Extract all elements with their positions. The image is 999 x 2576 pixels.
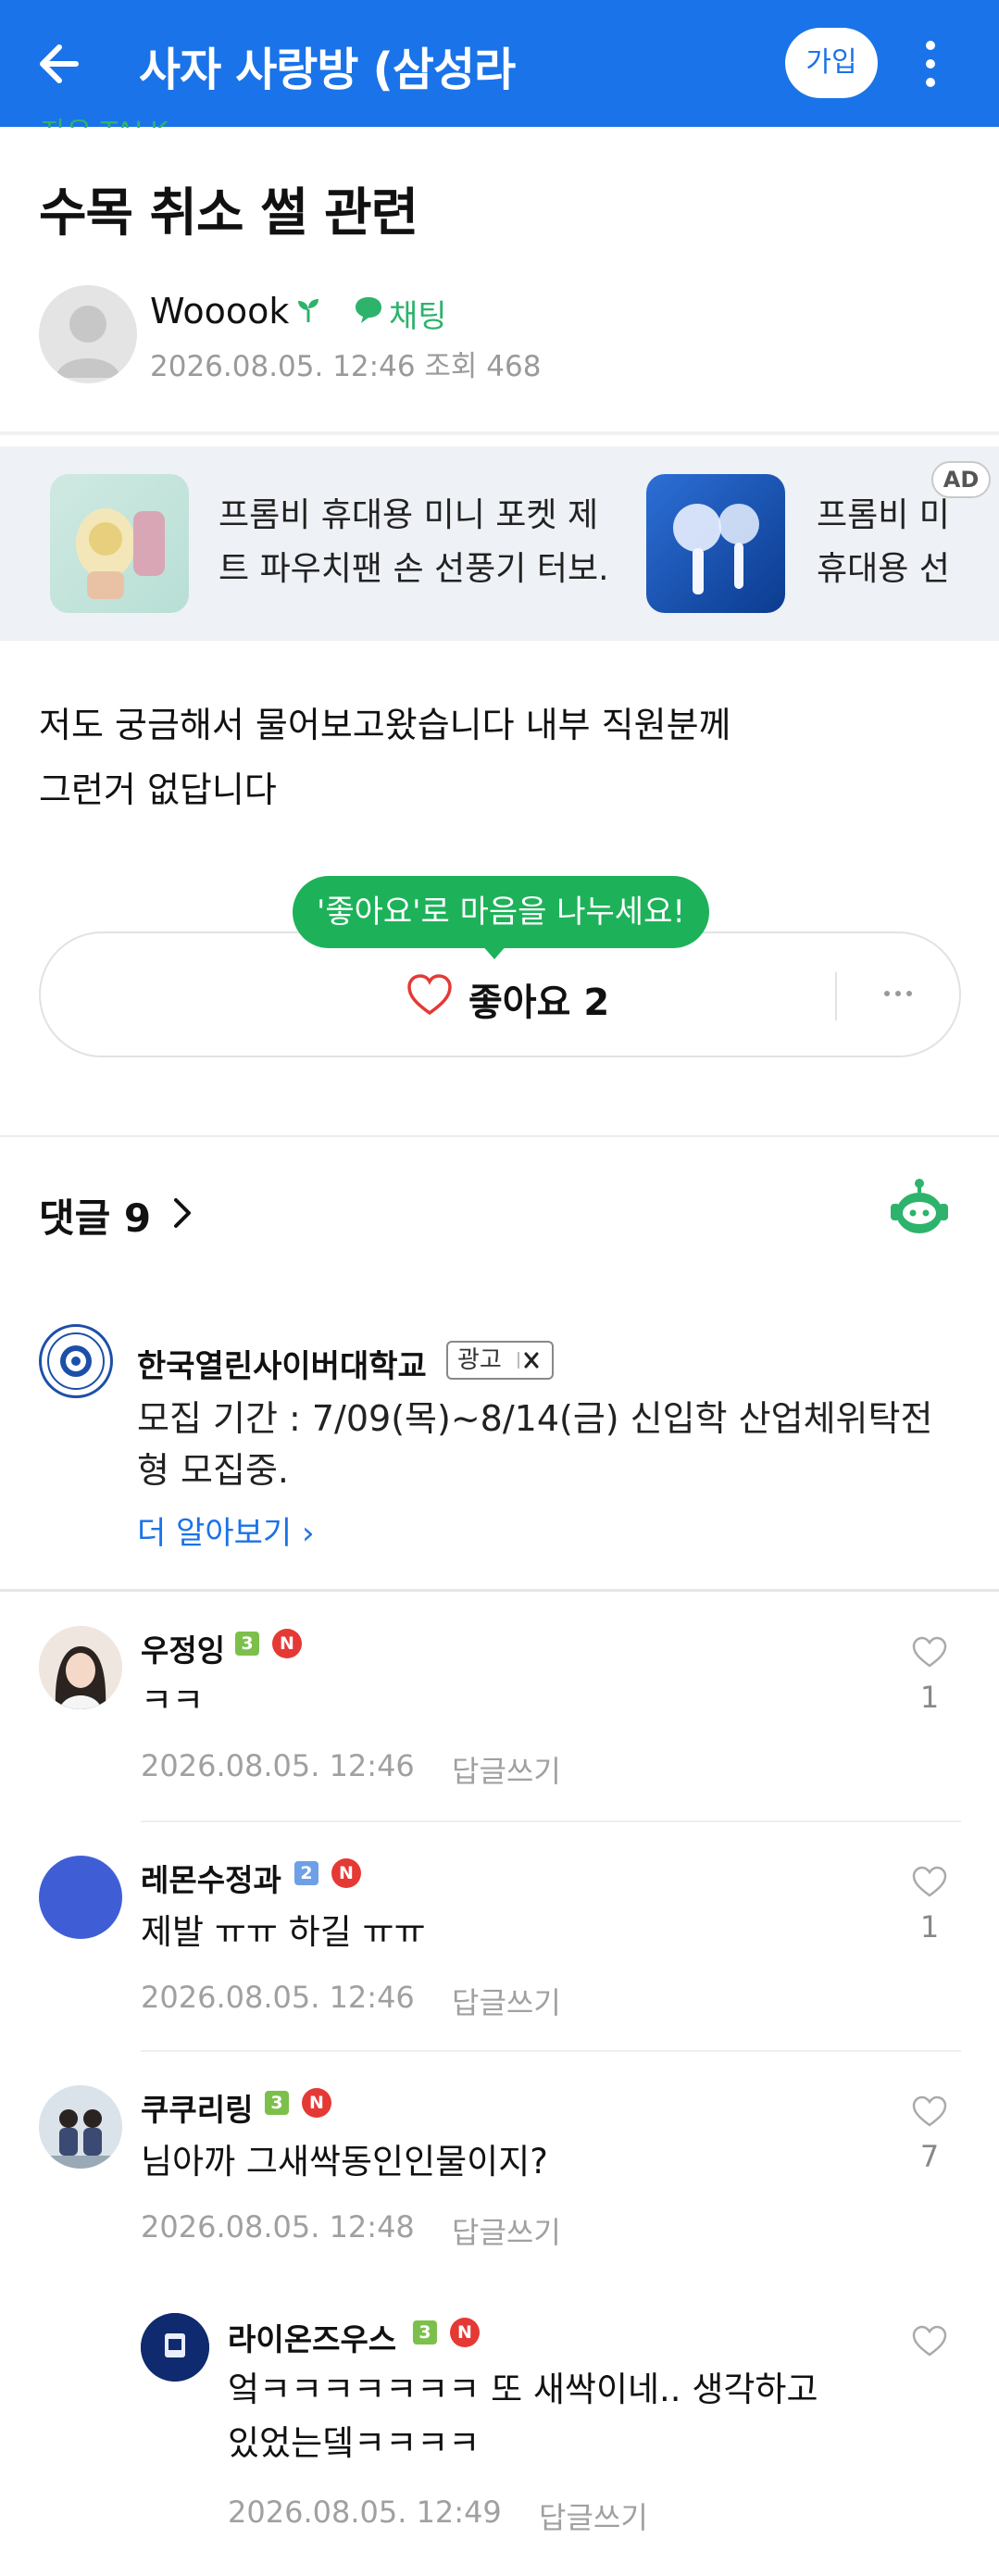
ad-badge[interactable]: AD: [931, 461, 991, 498]
cafe-title: 사자 사랑방 (삼성라: [139, 44, 516, 96]
heart-icon[interactable]: [911, 2095, 948, 2128]
default-avatar-icon: [56, 306, 120, 378]
ad-product-image[interactable]: [50, 474, 189, 613]
chevron-right-icon[interactable]: [169, 1194, 196, 1232]
like-count: 1: [919, 1680, 940, 1715]
chat-bubble-icon[interactable]: [352, 294, 387, 328]
chat-link[interactable]: 채팅: [389, 291, 447, 336]
comment-time: 2026.08.05. 12:49: [228, 2495, 502, 2530]
commenter-avatar[interactable]: [141, 2313, 209, 2382]
ad-title-1[interactable]: 프롬비 휴대용 미니 포켓 제 트 파우치팬 손 선풍기 터보...: [219, 489, 607, 596]
like-tooltip: '좋아요'로 마음을 나누세요!: [293, 876, 709, 948]
comment-text: 님아까 그새싹동인인물이지?: [141, 2142, 548, 2182]
commenter-avatar[interactable]: [39, 1856, 122, 1939]
heart-icon[interactable]: [406, 972, 454, 1017]
tooltip-tail: [481, 944, 507, 959]
divider: [141, 1820, 961, 1822]
back-arrow-icon[interactable]: [28, 31, 93, 96]
ad-carousel[interactable]: 프롬비 휴대용 미니 포켓 제 트 파우치팬 손 선풍기 터보... 프롬비 미…: [0, 446, 999, 641]
post-title: 수목 취소 썰 관련: [39, 183, 418, 244]
comment-time: 2026.08.05. 12:46: [141, 1980, 415, 2015]
comment-text: 엌ㅋㅋㅋㅋㅋㅋㅋ 또 새싹이네.. 생각하고 있었는뎈ㅋㅋㅋㅋ: [228, 2370, 818, 2463]
new-badge: N: [302, 2088, 331, 2118]
close-icon[interactable]: [515, 1344, 544, 1376]
like-count: 1: [919, 1909, 940, 1945]
new-badge: N: [331, 1858, 361, 1888]
post-body: 저도 궁금해서 물어보고왔습니다 내부 직원분께 그런거 없답니다: [39, 705, 731, 810]
sponsor-description[interactable]: 모집 기간 : 7/09(목)~8/14(금) 신입학 산업체위탁전형 모집중.: [137, 1393, 952, 1496]
reply-button[interactable]: 답글쓰기: [452, 2209, 561, 2252]
divider: [0, 1135, 999, 1137]
level-badge: 3: [235, 1632, 259, 1656]
divider: [0, 1589, 999, 1592]
app-header: 사자 사랑방 (삼성라 가입: [0, 0, 999, 127]
commenter-name[interactable]: 레몬수정과: [141, 1856, 281, 1900]
join-button[interactable]: 가입: [785, 28, 878, 98]
like-button[interactable]: 좋아요 2: [468, 972, 609, 1026]
level-badge: 3: [265, 2091, 289, 2115]
post-meta: 2026.08.05. 12:46 조회 468: [150, 350, 542, 383]
commenter-name[interactable]: 우정잉: [141, 1626, 225, 1670]
author-name[interactable]: Wooook: [150, 291, 289, 331]
comment-time: 2026.08.05. 12:46: [141, 1748, 415, 1783]
comment-time: 2026.08.05. 12:48: [141, 2209, 415, 2245]
new-badge: N: [450, 2318, 480, 2347]
commenter-name[interactable]: 라이온즈우스: [228, 2315, 396, 2359]
heart-icon[interactable]: [911, 1635, 948, 1669]
divider: [835, 972, 837, 1020]
comment-text: 제발 ㅠㅠ 하길 ㅠㅠ: [141, 1912, 426, 1952]
ad-title-2[interactable]: 프롬비 미 휴대용 선: [817, 489, 999, 596]
new-badge: N: [272, 1629, 302, 1658]
heart-icon[interactable]: [911, 1865, 948, 1898]
more-horizontal-icon[interactable]: [880, 980, 917, 1007]
robot-icon[interactable]: [887, 1178, 952, 1239]
university-logo[interactable]: [39, 1324, 113, 1398]
heart-icon[interactable]: [911, 2324, 948, 2357]
divider: [0, 431, 999, 435]
learn-more-link[interactable]: 더 알아보기 ›: [137, 1507, 315, 1553]
commenter-avatar[interactable]: [39, 1626, 122, 1709]
like-count: 7: [919, 2139, 940, 2174]
more-vertical-icon[interactable]: [917, 31, 944, 96]
divider: [141, 2050, 961, 2052]
level-badge: 3: [413, 2320, 437, 2345]
level-badge: 2: [294, 1861, 318, 1885]
sponsor-name[interactable]: 한국열린사이버대학교: [137, 1341, 427, 1386]
comments-heading[interactable]: 댓글 9: [39, 1187, 151, 1244]
commenter-name[interactable]: 쿠쿠리링: [141, 2085, 253, 2130]
reply-button[interactable]: 답글쓰기: [452, 1748, 561, 1791]
author-avatar[interactable]: [39, 285, 137, 383]
sprout-icon: [298, 299, 318, 322]
comment-text: ㅋㅋ: [141, 1681, 205, 1720]
seal-icon: [47, 1332, 105, 1390]
category-label[interactable]: 자유 TALK: [41, 109, 169, 128]
reply-button[interactable]: 답글쓰기: [539, 2495, 648, 2537]
ad-product-image[interactable]: [646, 474, 785, 613]
commenter-avatar[interactable]: [39, 2085, 122, 2169]
reply-button[interactable]: 답글쓰기: [452, 1980, 561, 2022]
